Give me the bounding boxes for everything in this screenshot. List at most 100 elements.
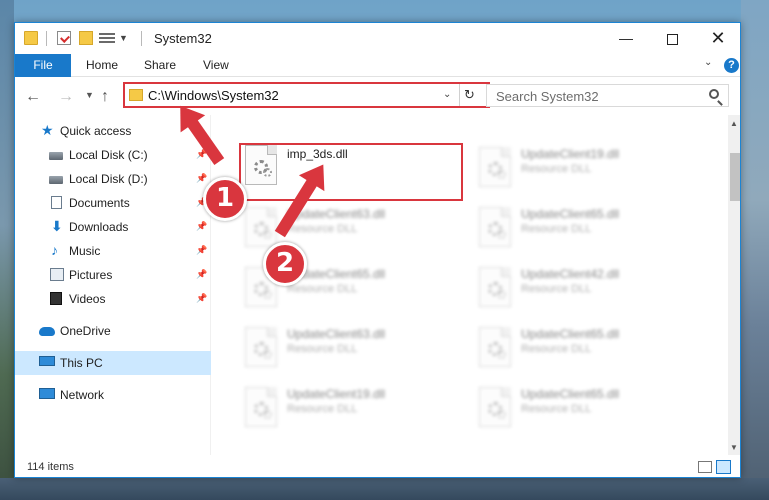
pin-icon[interactable]: 📌 (196, 269, 207, 280)
sidebar-item-downloads[interactable]: ⬇ Downloads 📌 (15, 215, 211, 239)
scrollbar-thumb[interactable] (730, 153, 740, 201)
highlight-box-file (239, 143, 463, 201)
tab-view[interactable]: View (203, 54, 229, 77)
pin-icon[interactable]: 📌 (196, 173, 207, 184)
sidebar-item-pictures[interactable]: Pictures 📌 (15, 263, 211, 287)
details-view-icon[interactable] (698, 461, 712, 473)
sidebar-item-label: This PC (60, 356, 103, 370)
dll-file-icon (245, 327, 277, 367)
search-input[interactable]: Search System32 (486, 84, 729, 107)
sidebar-item-videos[interactable]: Videos 📌 (15, 287, 211, 311)
ribbon-tabs: File Home Share View ⌄ ? (15, 54, 740, 77)
music-icon: ♪ (51, 242, 58, 258)
pin-icon[interactable]: 📌 (196, 221, 207, 232)
file-type: Resource DLL (287, 283, 358, 295)
sidebar-item-label: Music (69, 244, 101, 258)
file-type: Resource DLL (521, 163, 592, 175)
search-icon[interactable] (709, 89, 719, 99)
documents-icon (51, 196, 62, 209)
properties-icon[interactable] (57, 31, 71, 45)
sidebar-item-music[interactable]: ♪ Music 📌 (15, 239, 211, 263)
view-options-icon[interactable] (99, 31, 115, 45)
step-badge-1: 1 (203, 177, 247, 221)
sidebar-item-this-pc[interactable]: This PC (15, 351, 211, 375)
tab-file[interactable]: File (15, 54, 71, 77)
file-item[interactable]: UpdateClient65.dll Resource DLL (475, 323, 695, 381)
new-folder-icon[interactable] (79, 31, 93, 45)
drive-icon (49, 152, 63, 160)
sidebar-item-label: Quick access (60, 124, 132, 138)
star-icon: ★ (41, 122, 54, 138)
sidebar-item-local-disk-c[interactable]: Local Disk (C:) 📌 (15, 143, 211, 167)
sidebar-item-documents[interactable]: Documents 📌 (15, 191, 211, 215)
file-name: UpdateClient19.dll (287, 387, 386, 401)
file-item[interactable]: UpdateClient42.dll Resource DLL (475, 263, 695, 321)
pin-icon[interactable]: 📌 (196, 293, 207, 304)
dll-file-icon (245, 387, 277, 427)
title-bar: ▼ System32 — ✕ (15, 23, 740, 54)
sidebar-item-label: Videos (69, 292, 106, 306)
folder-icon (129, 89, 143, 101)
sidebar-item-network[interactable]: Network (15, 383, 211, 407)
pictures-icon (50, 268, 64, 281)
tab-share[interactable]: Share (144, 54, 176, 77)
refresh-icon[interactable]: ↻ (464, 87, 475, 103)
file-name: UpdateClient65.dll (521, 387, 620, 401)
pin-icon[interactable]: 📌 (196, 245, 207, 256)
maximize-icon (666, 33, 678, 45)
dll-file-icon (479, 267, 511, 307)
sidebar-item-label: OneDrive (60, 324, 111, 338)
file-type: Resource DLL (521, 283, 592, 295)
file-type: Resource DLL (521, 343, 592, 355)
up-arrow-icon[interactable]: ↑ (101, 88, 109, 106)
back-arrow-icon[interactable]: ← (25, 88, 41, 106)
window-title: System32 (154, 31, 212, 46)
navigation-bar: ← → ▼ ↑ C:\Windows\System32 ⌄ ↻ Search S… (15, 77, 740, 115)
file-name: UpdateClient42.dll (521, 267, 620, 281)
file-type: Resource DLL (287, 343, 358, 355)
address-history-chevron-icon[interactable]: ⌄ (443, 89, 451, 100)
step-badge-2: 2 (263, 242, 307, 286)
file-item[interactable]: UpdateClient65.dll Resource DLL (475, 203, 695, 261)
file-item[interactable]: UpdateClient65.dll Resource DLL (475, 383, 695, 441)
file-type: Resource DLL (521, 403, 592, 415)
address-separator (459, 84, 460, 106)
file-type: Resource DLL (287, 223, 358, 235)
file-item[interactable]: UpdateClient19.dll Resource DLL (241, 383, 461, 441)
scroll-down-icon[interactable]: ▼ (730, 443, 738, 452)
sidebar-item-label: Local Disk (D:) (69, 172, 148, 186)
minimize-button[interactable]: — (603, 23, 649, 54)
file-item[interactable]: UpdateClient19.dll Resource DLL (475, 143, 695, 201)
sidebar-item-onedrive[interactable]: OneDrive (15, 319, 211, 343)
forward-arrow-icon[interactable]: → (58, 88, 74, 106)
help-icon[interactable]: ? (724, 58, 739, 73)
large-icons-view-icon[interactable] (716, 460, 731, 474)
address-path[interactable]: C:\Windows\System32 (148, 88, 279, 103)
status-bar: 114 items (15, 455, 740, 477)
close-button[interactable]: ✕ (695, 23, 740, 54)
search-placeholder: Search System32 (496, 89, 599, 104)
tab-home[interactable]: Home (86, 54, 118, 77)
file-type: Resource DLL (287, 403, 358, 415)
file-name: UpdateClient65.dll (521, 327, 620, 341)
dll-file-icon (245, 207, 277, 247)
desktop-background-left (0, 0, 14, 500)
sidebar-item-label: Documents (69, 196, 130, 210)
toolbar-separator (46, 31, 47, 46)
customize-toolbar-chevron-icon[interactable]: ▼ (119, 33, 128, 43)
file-item[interactable]: UpdateClient63.dll Resource DLL (241, 323, 461, 381)
file-name: UpdateClient63.dll (287, 327, 386, 341)
address-bar[interactable]: C:\Windows\System32 ⌄ ↻ (123, 82, 490, 108)
maximize-button[interactable] (649, 23, 695, 54)
expand-ribbon-chevron-icon[interactable]: ⌄ (704, 57, 712, 68)
desktop-background-right (741, 0, 769, 500)
scroll-up-icon[interactable]: ▲ (730, 119, 738, 128)
file-explorer-window: ▼ System32 — ✕ File Home Share View ⌄ ? … (14, 22, 741, 478)
recent-locations-chevron-icon[interactable]: ▼ (85, 90, 94, 100)
sidebar-item-label: Network (60, 388, 105, 402)
dll-file-icon (479, 207, 511, 247)
sidebar-item-label: Pictures (69, 268, 113, 282)
sidebar-item-local-disk-d[interactable]: Local Disk (D:) 📌 (15, 167, 211, 191)
dll-file-icon (479, 327, 511, 367)
vertical-scrollbar[interactable]: ▲ ▼ (728, 115, 740, 455)
